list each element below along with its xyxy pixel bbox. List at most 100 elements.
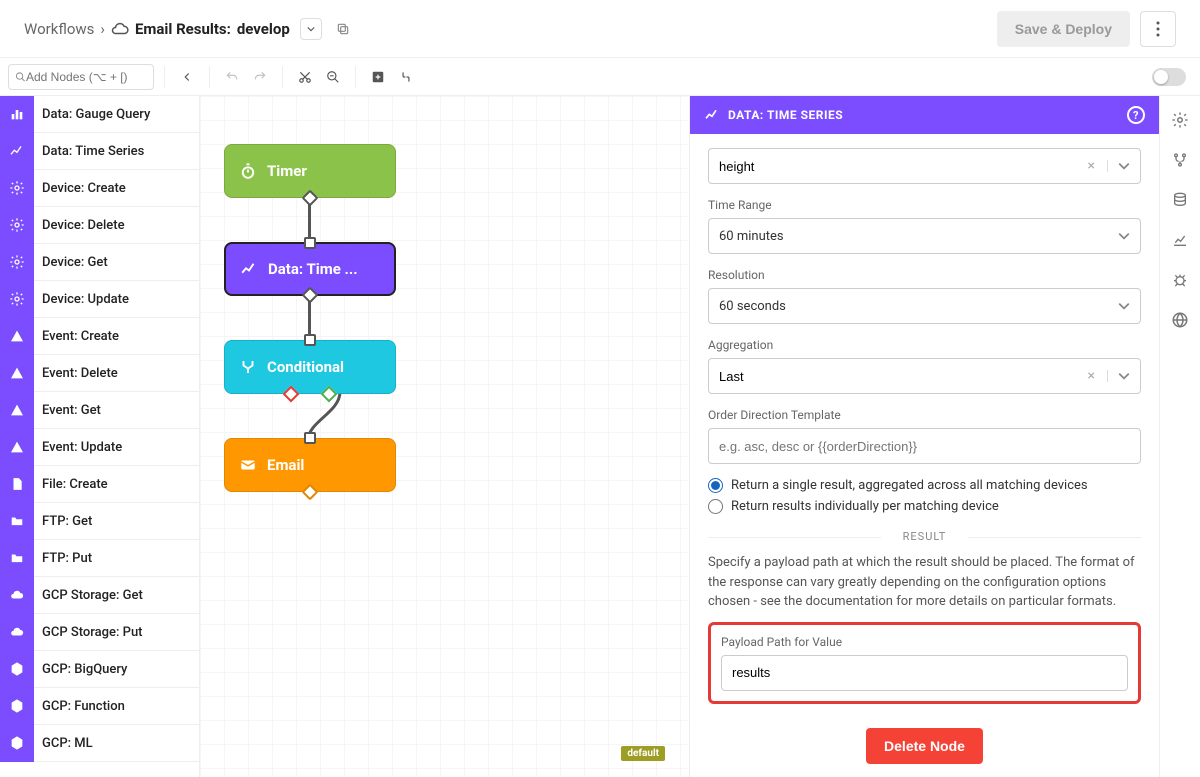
workflow-title: Email Results:	[135, 20, 231, 38]
result-section-title: RESULT	[708, 530, 1141, 543]
palette-label: Event: Create	[34, 329, 119, 344]
radio-input[interactable]	[708, 499, 723, 514]
payload-path-highlight: Payload Path for Value	[708, 622, 1141, 704]
palette-item[interactable]: Event: Get	[0, 392, 199, 429]
header: Workflows › Email Results:develop Save &…	[0, 0, 1200, 58]
palette-item[interactable]: GCP: Function	[0, 688, 199, 725]
order-direction-input[interactable]	[719, 439, 1130, 454]
node-email[interactable]: Email	[224, 438, 396, 492]
gear-down-icon	[0, 244, 34, 281]
resolution-value: 60 seconds	[719, 299, 786, 314]
node-palette: Data: Gauge Query Data: Time Series Devi…	[0, 96, 200, 777]
palette-item[interactable]: FTP: Put	[0, 540, 199, 577]
right-rail	[1160, 96, 1200, 777]
palette-item[interactable]: GCP Storage: Put	[0, 614, 199, 651]
radio-input[interactable]	[708, 478, 723, 493]
globe-icon[interactable]	[1170, 310, 1190, 330]
format-button[interactable]	[394, 65, 418, 89]
default-version-tag: default	[621, 746, 665, 761]
cut-button[interactable]	[293, 65, 317, 89]
result-mode-single-radio[interactable]: Return a single result, aggregated acros…	[708, 478, 1141, 493]
resolution-select[interactable]: 60 seconds	[708, 288, 1141, 324]
node-conditional[interactable]: Conditional	[224, 340, 396, 394]
branch-icon[interactable]	[1170, 150, 1190, 170]
palette-item[interactable]: Device: Create	[0, 170, 199, 207]
triangle-down-icon	[0, 392, 34, 429]
palette-item[interactable]: Event: Update	[0, 429, 199, 466]
hex-icon	[0, 688, 34, 725]
palette-item[interactable]: File: Create	[0, 466, 199, 503]
palette-item[interactable]: Data: Time Series	[0, 133, 199, 170]
chevron-down-icon[interactable]	[1107, 370, 1130, 382]
chevron-down-icon	[1118, 230, 1130, 242]
line-chart-icon	[240, 260, 258, 278]
attribute-select[interactable]: ×	[708, 148, 1141, 184]
copy-icon[interactable]	[334, 20, 352, 38]
palette-label: GCP: ML	[34, 736, 93, 751]
more-menu-button[interactable]	[1140, 11, 1176, 47]
mail-icon	[239, 456, 257, 474]
palette-label: Device: Get	[34, 255, 108, 270]
palette-item[interactable]: Data: Gauge Query	[0, 96, 199, 133]
folder-up-icon	[0, 540, 34, 577]
branch-dropdown[interactable]	[300, 18, 322, 40]
add-button[interactable]	[366, 65, 390, 89]
aggregation-select[interactable]: ×	[708, 358, 1141, 394]
palette-item[interactable]: FTP: Get	[0, 503, 199, 540]
delete-node-button[interactable]: Delete Node	[866, 728, 983, 764]
radio-label: Return a single result, aggregated acros…	[731, 478, 1088, 493]
redo-button[interactable]	[248, 65, 272, 89]
file-icon	[0, 466, 34, 503]
palette-item[interactable]: GCP Storage: Get	[0, 577, 199, 614]
clear-icon[interactable]: ×	[1082, 368, 1101, 384]
palette-item[interactable]: GCP: ML	[0, 725, 199, 762]
time-range-label: Time Range	[708, 198, 1141, 212]
result-mode-per-device-radio[interactable]: Return results individually per matching…	[708, 499, 1141, 514]
properties-panel: DATA: TIME SERIES ? × Time Range 60 minu…	[690, 96, 1160, 777]
gear-plus-icon	[0, 170, 34, 207]
triangle-plus-icon	[0, 318, 34, 355]
hex-icon	[0, 651, 34, 688]
palette-item[interactable]: GCP: BigQuery	[0, 651, 199, 688]
order-direction-input-wrap[interactable]	[708, 428, 1141, 464]
branch-name: develop	[237, 20, 290, 38]
palette-item[interactable]: Event: Delete	[0, 355, 199, 392]
triangle-check-icon	[0, 429, 34, 466]
node-search-box[interactable]	[8, 64, 154, 90]
breadcrumb-root[interactable]: Workflows	[24, 20, 94, 38]
database-icon[interactable]	[1170, 190, 1190, 210]
payload-path-input[interactable]	[732, 665, 1117, 680]
gear-icon[interactable]	[1170, 110, 1190, 130]
back-button[interactable]	[175, 65, 199, 89]
node-timer[interactable]: Timer	[224, 144, 396, 198]
zoom-out-button[interactable]	[321, 65, 345, 89]
chevron-down-icon[interactable]	[1107, 160, 1130, 172]
palette-item[interactable]: Device: Get	[0, 244, 199, 281]
payload-path-input-wrap[interactable]	[721, 655, 1128, 691]
time-range-select[interactable]: 60 minutes	[708, 218, 1141, 254]
bug-icon[interactable]	[1170, 270, 1190, 290]
help-icon[interactable]: ?	[1127, 106, 1145, 124]
save-deploy-button[interactable]: Save & Deploy	[997, 11, 1130, 47]
chart-icon[interactable]	[1170, 230, 1190, 250]
undo-button[interactable]	[220, 65, 244, 89]
preview-toggle[interactable]	[1152, 68, 1186, 86]
node-search-input[interactable]	[26, 70, 147, 84]
node-data-time-series[interactable]: Data: Time ...	[224, 242, 396, 296]
workflow-canvas[interactable]: Timer Data: Time ... Conditional Email d…	[200, 96, 690, 777]
palette-item[interactable]: Device: Delete	[0, 207, 199, 244]
palette-item[interactable]: Event: Create	[0, 318, 199, 355]
clear-icon[interactable]: ×	[1082, 158, 1101, 174]
chevron-down-icon	[1118, 300, 1130, 312]
attribute-input[interactable]	[719, 159, 1082, 174]
node-label: Email	[267, 456, 304, 474]
breadcrumb: Workflows › Email Results:develop	[24, 18, 352, 40]
search-icon	[15, 71, 26, 83]
resolution-label: Resolution	[708, 268, 1141, 282]
palette-label: Device: Delete	[34, 218, 125, 233]
branch-icon	[239, 358, 257, 376]
payload-path-label: Payload Path for Value	[721, 635, 1128, 649]
aggregation-input[interactable]	[719, 369, 1082, 384]
palette-item[interactable]: Device: Update	[0, 281, 199, 318]
stopwatch-icon	[239, 162, 257, 180]
